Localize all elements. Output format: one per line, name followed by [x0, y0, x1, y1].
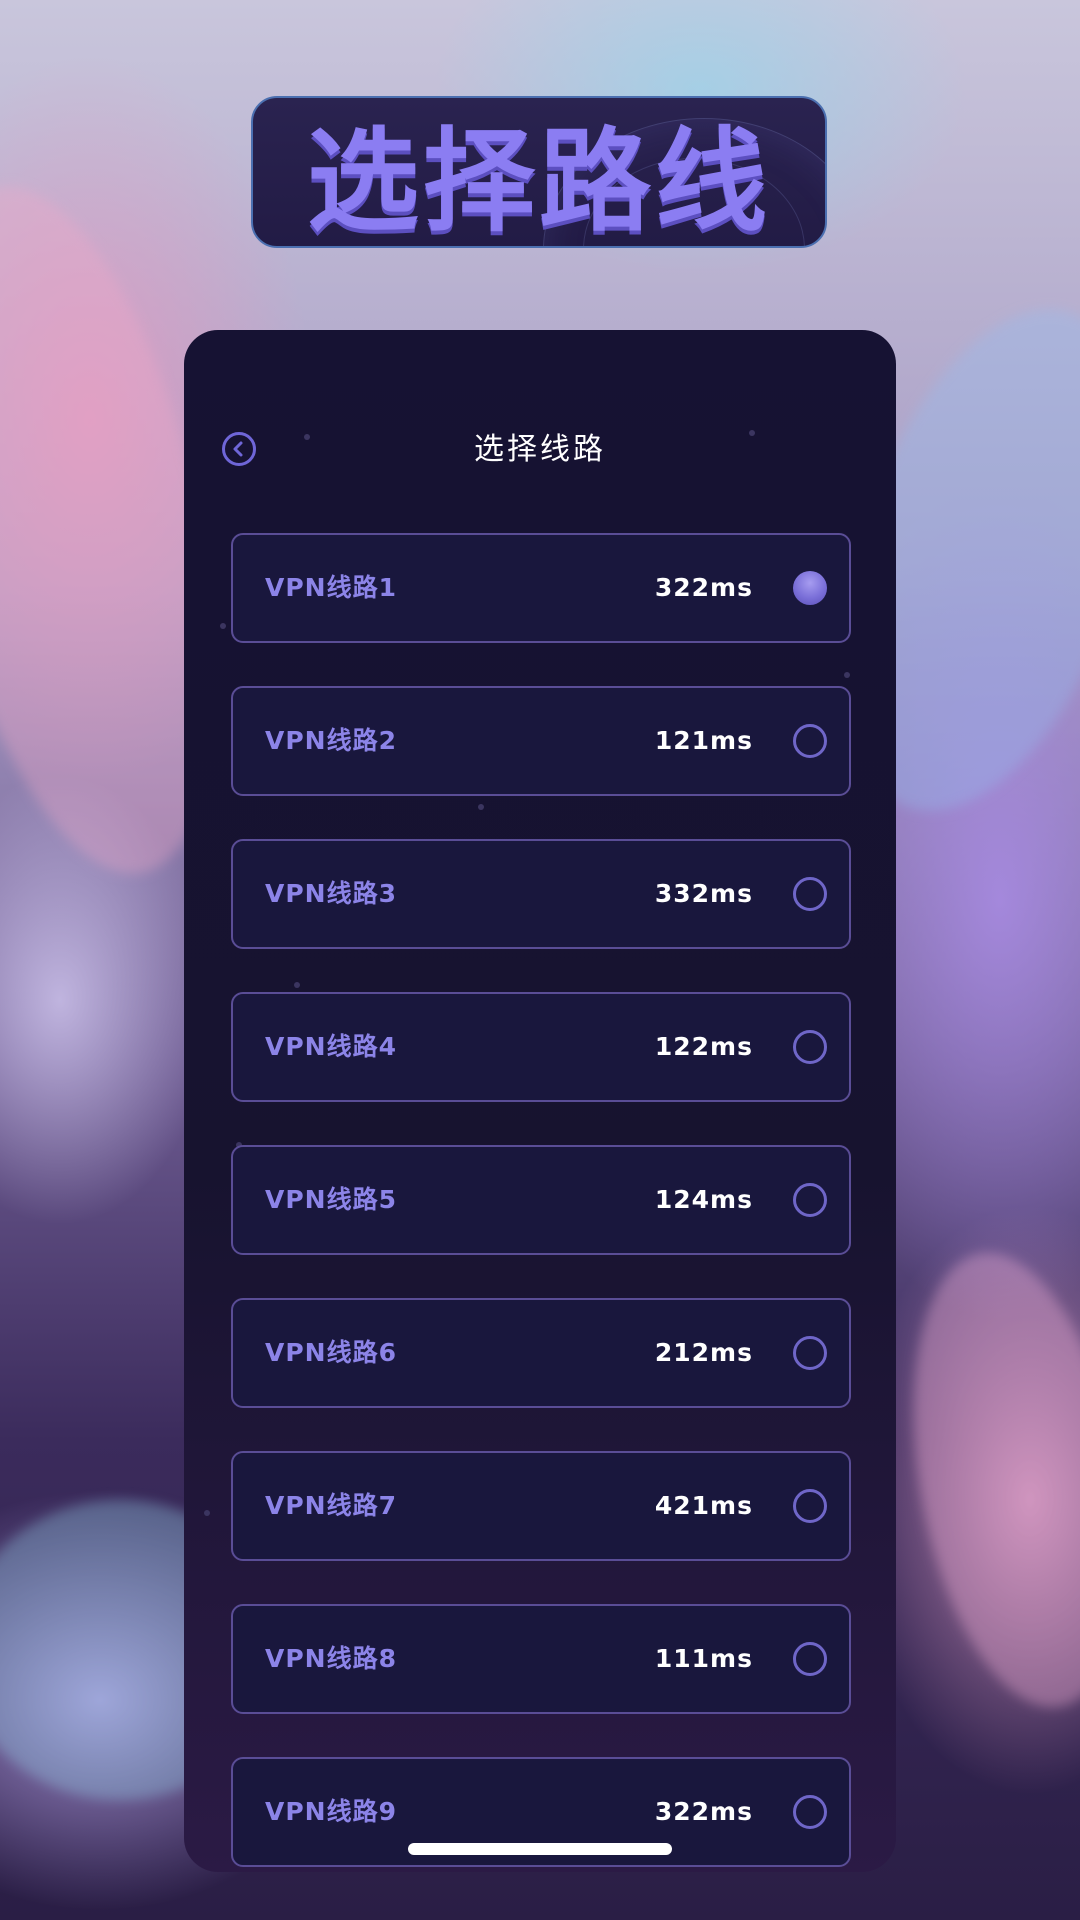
route-item-2[interactable]: VPN线路2 121ms	[231, 686, 851, 796]
route-name: VPN线路7	[265, 1491, 397, 1520]
radio-icon[interactable]	[793, 1489, 827, 1523]
route-item-5[interactable]: VPN线路5 124ms	[231, 1145, 851, 1255]
radio-icon[interactable]	[793, 724, 827, 758]
route-name: VPN线路2	[265, 726, 397, 755]
route-name: VPN线路3	[265, 879, 397, 908]
route-latency: 212ms	[654, 1338, 753, 1367]
radio-icon[interactable]	[793, 877, 827, 911]
route-latency: 332ms	[654, 879, 753, 908]
panel-title: 选择线路	[474, 432, 606, 467]
radio-icon[interactable]	[793, 1030, 827, 1064]
home-indicator[interactable]	[408, 1843, 672, 1855]
route-latency: 121ms	[654, 726, 753, 755]
route-name: VPN线路9	[265, 1797, 397, 1826]
radio-icon[interactable]	[793, 1183, 827, 1217]
route-latency: 421ms	[654, 1491, 753, 1520]
route-latency: 111ms	[654, 1644, 753, 1673]
route-item-4[interactable]: VPN线路4 122ms	[231, 992, 851, 1102]
route-item-7[interactable]: VPN线路7 421ms	[231, 1451, 851, 1561]
banner-title: 选择路线	[307, 117, 771, 247]
route-list: VPN线路1 322ms VPN线路2 121ms VPN线路3 332ms V…	[231, 533, 851, 1872]
route-item-3[interactable]: VPN线路3 332ms	[231, 839, 851, 949]
route-latency: 322ms	[654, 573, 753, 602]
route-name: VPN线路6	[265, 1338, 397, 1367]
title-banner: 选择路线	[251, 96, 827, 248]
route-name: VPN线路8	[265, 1644, 397, 1673]
route-latency: 124ms	[654, 1185, 753, 1214]
route-item-8[interactable]: VPN线路8 111ms	[231, 1604, 851, 1714]
radio-icon[interactable]	[793, 1642, 827, 1676]
radio-selected-icon[interactable]	[793, 571, 827, 605]
route-item-6[interactable]: VPN线路6 212ms	[231, 1298, 851, 1408]
radio-icon[interactable]	[793, 1795, 827, 1829]
route-item-1[interactable]: VPN线路1 322ms	[231, 533, 851, 643]
route-latency: 122ms	[654, 1032, 753, 1061]
route-name: VPN线路1	[265, 573, 397, 602]
route-name: VPN线路4	[265, 1032, 397, 1061]
route-name: VPN线路5	[265, 1185, 397, 1214]
radio-icon[interactable]	[793, 1336, 827, 1370]
route-panel: 选择线路 VPN线路1 322ms VPN线路2 121ms VPN线路3 33…	[184, 330, 896, 1872]
